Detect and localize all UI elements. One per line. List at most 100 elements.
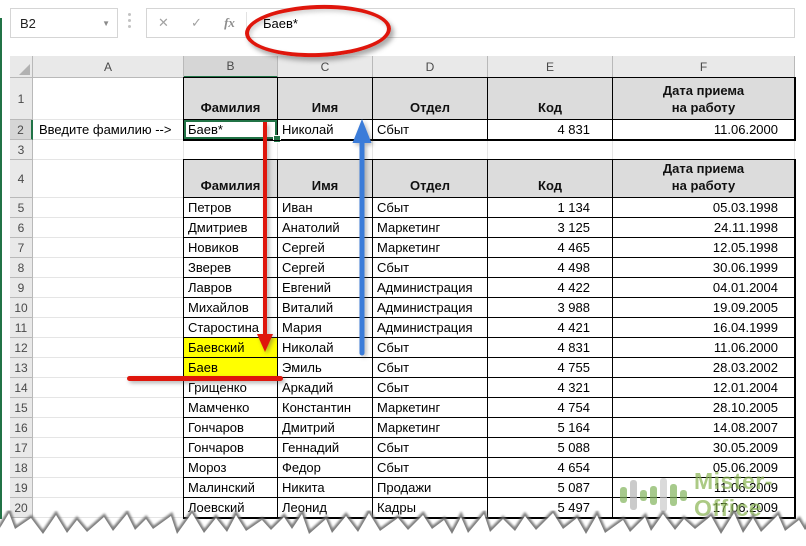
cell-E7[interactable]: 4 465 xyxy=(488,238,613,258)
cell-E10[interactable]: 3 988 xyxy=(488,298,613,318)
cell-D6[interactable]: Маркетинг xyxy=(373,218,488,238)
cell-C7[interactable]: Сергей xyxy=(278,238,373,258)
row-header-17[interactable]: 17 xyxy=(10,438,33,458)
cell-A10[interactable] xyxy=(33,298,184,318)
row-header-2[interactable]: 2 xyxy=(10,120,33,140)
cell-A15[interactable] xyxy=(33,398,184,418)
cell-D3[interactable] xyxy=(373,140,488,160)
cell-B16[interactable]: Гончаров xyxy=(184,418,278,438)
column-header-C[interactable]: C xyxy=(278,56,373,78)
cell-E15[interactable]: 4 754 xyxy=(488,398,613,418)
cell-D19[interactable]: Продажи xyxy=(373,478,488,498)
enter-icon[interactable]: ✓ xyxy=(180,15,213,31)
dropdown-icon[interactable]: ▼ xyxy=(102,19,110,28)
row-header-8[interactable]: 8 xyxy=(10,258,33,278)
cell-E9[interactable]: 4 422 xyxy=(488,278,613,298)
cell-C20[interactable]: Леонид xyxy=(278,498,373,518)
cell-B6[interactable]: Дмитриев xyxy=(184,218,278,238)
column-header-D[interactable]: D xyxy=(373,56,488,78)
cell-A18[interactable] xyxy=(33,458,184,478)
cell-C3[interactable] xyxy=(278,140,373,160)
cell-B14[interactable]: Грищенко xyxy=(184,378,278,398)
cell-C5[interactable]: Иван xyxy=(278,198,373,218)
cell-D11[interactable]: Администрация xyxy=(373,318,488,338)
cell-A20[interactable] xyxy=(33,498,184,518)
cell-B18[interactable]: Мороз xyxy=(184,458,278,478)
row-header-19[interactable]: 19 xyxy=(10,478,33,498)
cell-E12[interactable]: 4 831 xyxy=(488,338,613,358)
cell-D16[interactable]: Маркетинг xyxy=(373,418,488,438)
cell-B11[interactable]: Старостина xyxy=(184,318,278,338)
cell-D12[interactable]: Сбыт xyxy=(373,338,488,358)
cell-E5[interactable]: 1 134 xyxy=(488,198,613,218)
cell-F17[interactable]: 30.05.2009 xyxy=(613,438,795,458)
cell-C17[interactable]: Геннадий xyxy=(278,438,373,458)
select-all-button[interactable] xyxy=(10,56,33,78)
cell-A7[interactable] xyxy=(33,238,184,258)
cell-B20[interactable]: Лоевский xyxy=(184,498,278,518)
cell-F5[interactable]: 05.03.1998 xyxy=(613,198,795,218)
cell-E20[interactable]: 5 497 xyxy=(488,498,613,518)
cell-A9[interactable] xyxy=(33,278,184,298)
cell-A6[interactable] xyxy=(33,218,184,238)
row-header-5[interactable]: 5 xyxy=(10,198,33,218)
cell-B10[interactable]: Михайлов xyxy=(184,298,278,318)
cell-D7[interactable]: Маркетинг xyxy=(373,238,488,258)
cell-F14[interactable]: 12.01.2004 xyxy=(613,378,795,398)
cancel-icon[interactable]: ✕ xyxy=(147,15,180,31)
cell-D5[interactable]: Сбыт xyxy=(373,198,488,218)
cell-D9[interactable]: Администрация xyxy=(373,278,488,298)
cell-F8[interactable]: 30.06.1999 xyxy=(613,258,795,278)
row-header-14[interactable]: 14 xyxy=(10,378,33,398)
row-header-10[interactable]: 10 xyxy=(10,298,33,318)
cell-D10[interactable]: Администрация xyxy=(373,298,488,318)
row-header-7[interactable]: 7 xyxy=(10,238,33,258)
cell-C12[interactable]: Николай xyxy=(278,338,373,358)
column-header-A[interactable]: A xyxy=(33,56,184,78)
cell-D8[interactable]: Сбыт xyxy=(373,258,488,278)
cell-F11[interactable]: 16.04.1999 xyxy=(613,318,795,338)
cell-C10[interactable]: Виталий xyxy=(278,298,373,318)
cell-C9[interactable]: Евгений xyxy=(278,278,373,298)
cell-E17[interactable]: 5 088 xyxy=(488,438,613,458)
cell-E18[interactable]: 4 654 xyxy=(488,458,613,478)
cell-A3[interactable] xyxy=(33,140,184,160)
row-header-11[interactable]: 11 xyxy=(10,318,33,338)
cell-F2[interactable]: 11.06.2000 xyxy=(613,120,795,140)
cell-A4[interactable] xyxy=(33,160,184,198)
row-header-15[interactable]: 15 xyxy=(10,398,33,418)
cell-F18[interactable]: 05.06.2009 xyxy=(613,458,795,478)
column-header-B[interactable]: B xyxy=(184,56,278,78)
row-header-20[interactable]: 20 xyxy=(10,498,33,518)
cell-C18[interactable]: Федор xyxy=(278,458,373,478)
cell-D18[interactable]: Сбыт xyxy=(373,458,488,478)
cell-D17[interactable]: Сбыт xyxy=(373,438,488,458)
cell-C6[interactable]: Анатолий xyxy=(278,218,373,238)
cell-C14[interactable]: Аркадий xyxy=(278,378,373,398)
cell-F12[interactable]: 11.06.2000 xyxy=(613,338,795,358)
selected-cell-B2[interactable]: Баев* xyxy=(184,120,278,140)
row-header-18[interactable]: 18 xyxy=(10,458,33,478)
cell-A17[interactable] xyxy=(33,438,184,458)
insert-function-icon[interactable]: fx xyxy=(213,15,246,31)
cell-F19[interactable]: 11.06.2009 xyxy=(613,478,795,498)
cell-B12[interactable]: Баевский xyxy=(184,338,278,358)
cell-A14[interactable] xyxy=(33,378,184,398)
cell-C19[interactable]: Никита xyxy=(278,478,373,498)
cell-F9[interactable]: 04.01.2004 xyxy=(613,278,795,298)
cell-A12[interactable] xyxy=(33,338,184,358)
cell-F15[interactable]: 28.10.2005 xyxy=(613,398,795,418)
cell-F16[interactable]: 14.08.2007 xyxy=(613,418,795,438)
cell-A11[interactable] xyxy=(33,318,184,338)
cell-A1[interactable] xyxy=(33,78,184,120)
cell-C16[interactable]: Дмитрий xyxy=(278,418,373,438)
cell-E11[interactable]: 4 421 xyxy=(488,318,613,338)
cell-D14[interactable]: Сбыт xyxy=(373,378,488,398)
cell-D20[interactable]: Кадры xyxy=(373,498,488,518)
cell-B19[interactable]: Малинский xyxy=(184,478,278,498)
fill-handle[interactable] xyxy=(273,135,281,143)
cell-C15[interactable]: Константин xyxy=(278,398,373,418)
cell-E3[interactable] xyxy=(488,140,613,160)
cell-A16[interactable] xyxy=(33,418,184,438)
cell-D13[interactable]: Сбыт xyxy=(373,358,488,378)
